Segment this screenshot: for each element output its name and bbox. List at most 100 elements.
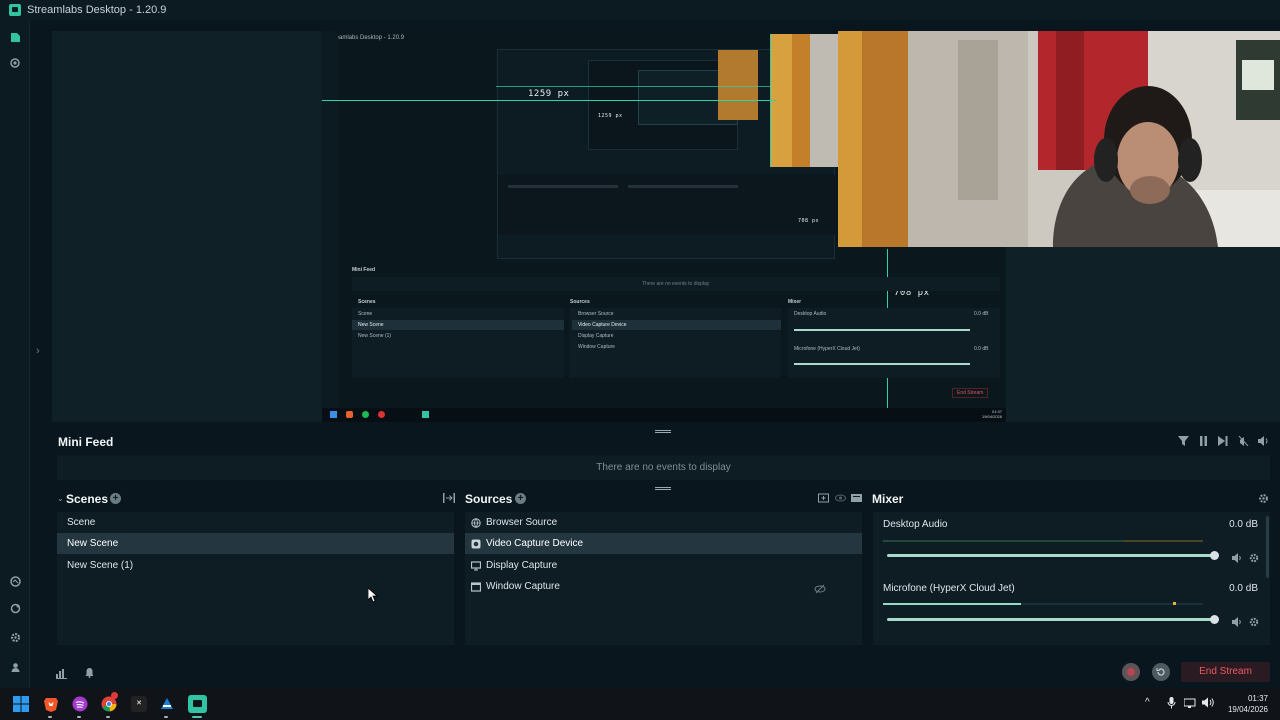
scene-item[interactable]: Scene (57, 512, 454, 533)
speaker-tray-icon[interactable] (1202, 697, 1214, 711)
nested-mixer-title: Mixer (788, 299, 802, 305)
editor-icon[interactable] (8, 30, 22, 44)
epic-games-icon[interactable]: ✕ (131, 696, 147, 712)
collapse-chevron-icon[interactable]: ⌄ (57, 493, 64, 505)
preview-collapse-arrow-icon[interactable]: › (36, 345, 40, 357)
streamlabs-icon[interactable] (188, 695, 207, 713)
mute-feed-icon[interactable] (1238, 435, 1249, 450)
nested-mixer-db: 0.0 dB (974, 346, 989, 352)
volume-slider-knob[interactable] (1210, 551, 1219, 560)
source-item[interactable]: Video Capture Device (465, 533, 862, 554)
mixer-source-name: Microfone (HyperX Cloud Jet) (883, 583, 1015, 594)
nested-source-row: Browser Source (578, 311, 614, 317)
source-visibility-icon[interactable] (835, 493, 846, 507)
gear-icon[interactable] (1249, 614, 1259, 632)
guide-line (770, 34, 771, 167)
scenes-list: Scene New Scene New Scene (1) (57, 512, 454, 645)
scene-item[interactable]: New Scene (1) (57, 555, 454, 576)
mixer-panel: Desktop Audio 0.0 dB Microfone (HyperX C… (873, 512, 1270, 645)
camera-icon (471, 539, 481, 549)
speaker-icon[interactable] (1232, 550, 1242, 568)
end-stream-button[interactable]: End Stream (1181, 662, 1270, 682)
nested-end-stream: End Stream (952, 388, 989, 398)
mixer-scrollbar[interactable] (1266, 516, 1269, 578)
themes-icon[interactable] (8, 574, 22, 588)
nested-scenes-title: Scenes (358, 299, 376, 305)
volume-icon[interactable] (1258, 436, 1269, 450)
mini-feed-events: There are no events to display (57, 455, 1270, 480)
nested-window-title: Streamlabs Desktop - 1.20.9 (328, 35, 405, 41)
nested-clock-date: 19/04/2026 (981, 414, 1002, 419)
wifi-icon[interactable] (1183, 697, 1196, 711)
mixer-settings-icon[interactable] (1258, 493, 1269, 508)
volume-slider[interactable] (887, 618, 1213, 621)
nested-scene-row: Scene (358, 311, 373, 317)
add-scene-button[interactable]: + (110, 493, 121, 504)
nested-small-height-label: 708 px (798, 218, 820, 224)
system-clock[interactable]: 01:37 19/04/2026 (1228, 693, 1268, 715)
nested-mixer-name: Desktop Audio (794, 311, 827, 317)
chrome-icon[interactable] (101, 692, 118, 712)
performance-stats-icon[interactable] (56, 666, 67, 684)
volume-slider-knob[interactable] (1210, 615, 1219, 624)
sources-title: Sources (465, 492, 513, 506)
mixer-db-value: 0.0 dB (1229, 519, 1258, 530)
record-icon[interactable] (8, 56, 22, 70)
add-source-button[interactable]: + (515, 493, 526, 504)
windows-start-icon[interactable] (13, 696, 29, 712)
nested-source-row: Video Capture Device (572, 320, 781, 330)
width-measure-label: 1259 px (528, 89, 570, 99)
record-button[interactable] (1122, 663, 1140, 681)
sources-list: Browser Source Video Capture Device Disp… (465, 512, 862, 645)
width-guide-line (322, 100, 776, 101)
nested-scene-row: New Scene (1) (358, 333, 392, 339)
resize-handle-icon[interactable] (655, 430, 671, 433)
source-label: Browser Source (486, 517, 558, 528)
streamlabs-logo-icon (9, 4, 21, 16)
volume-slider[interactable] (887, 554, 1213, 557)
nested-sources-title: Sources (570, 299, 590, 305)
nested-mini-feed-title: Mini Feed (352, 267, 376, 273)
audio-meter (883, 540, 1203, 542)
window-icon (470, 582, 482, 592)
replay-buffer-button[interactable] (1152, 663, 1170, 681)
microphone-icon[interactable] (1167, 697, 1176, 712)
speaker-icon[interactable] (1232, 614, 1242, 632)
folder-add-icon[interactable] (818, 493, 829, 507)
source-label: Video Capture Device (486, 538, 584, 549)
globe-icon (471, 518, 481, 528)
settings-icon[interactable] (8, 630, 22, 644)
scene-label: New Scene (67, 538, 119, 549)
filter-icon[interactable] (1178, 436, 1189, 450)
nested-source-row: Display Capture (578, 333, 614, 339)
scene-transitions-icon[interactable] (443, 493, 455, 507)
scene-label: New Scene (1) (67, 560, 134, 571)
hidden-eye-icon[interactable] (814, 581, 826, 602)
test-widgets-bell-icon[interactable] (84, 665, 95, 683)
user-icon[interactable] (8, 660, 22, 674)
gear-icon[interactable] (1249, 550, 1259, 568)
source-properties-icon[interactable] (851, 493, 862, 507)
tray-chevron-icon[interactable]: ^ (1145, 697, 1150, 708)
skip-icon[interactable] (1218, 436, 1228, 450)
os-taskbar: ✕ ^ 01:37 19/04/2026 (0, 688, 1280, 720)
resize-handle-icon[interactable] (655, 487, 671, 490)
source-item[interactable]: Browser Source (465, 512, 862, 533)
scenes-title: Scenes (66, 492, 109, 506)
brave-icon[interactable] (43, 696, 59, 712)
scene-item[interactable]: New Scene (57, 533, 454, 554)
apps-icon[interactable] (8, 601, 22, 615)
spotify-icon[interactable] (72, 696, 88, 712)
pause-icon[interactable] (1199, 436, 1208, 450)
nested-webcam-tile (770, 34, 840, 167)
nested-small-width-label: 1259 px (598, 113, 623, 119)
source-item[interactable]: Display Capture (465, 555, 862, 576)
mini-feed-title: Mini Feed (58, 435, 114, 449)
steam-icon[interactable] (159, 696, 175, 712)
clock-time: 01:37 (1247, 694, 1268, 703)
nested-source-row: Window Capture (578, 344, 615, 350)
studio-preview: Streamlabs Desktop - 1.20.9 1259 px 708 … (52, 31, 1280, 422)
nested-taskbar: 01:37 19/04/2026 (322, 408, 1006, 422)
scene-label: Scene (67, 517, 96, 528)
source-item[interactable]: Window Capture (465, 576, 862, 597)
